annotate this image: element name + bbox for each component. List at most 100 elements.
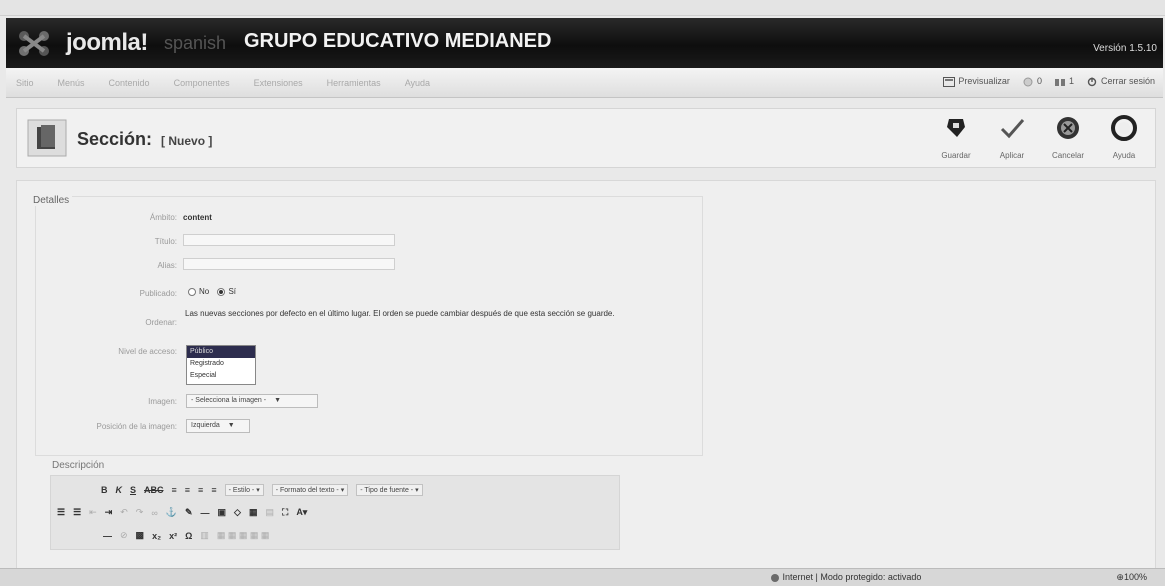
site-name: GRUPO EDUCATIVO MEDIANED xyxy=(244,30,552,52)
anchor-icon[interactable]: ⚓ xyxy=(166,507,177,518)
access-option-registered[interactable]: Registrado xyxy=(187,358,255,370)
messages-count[interactable]: 0 xyxy=(1022,76,1042,87)
section-icon xyxy=(27,119,67,157)
page-title-text: Sección: xyxy=(77,129,153,149)
undo-icon[interactable]: ↶ xyxy=(120,507,128,518)
menu-item-herramientas[interactable]: Herramientas xyxy=(327,78,381,88)
apply-button[interactable]: Aplicar xyxy=(987,115,1037,163)
table-icon[interactable]: ▦ xyxy=(249,507,258,518)
image-icon[interactable]: ▣ xyxy=(218,507,227,518)
format-dropdown-value: - Formato del texto - xyxy=(275,487,339,494)
admin-header: joomla! spanish GRUPO EDUCATIVO MEDIANED… xyxy=(6,18,1163,68)
logout-link[interactable]: Cerrar sesión xyxy=(1086,76,1155,87)
row-icons[interactable]: ▦ ▦ ▦ ▦ ▦ xyxy=(217,530,270,541)
editor-toolbar-row-3: — ⊘ ▩ x₂ x² Ω ▥ ▦ ▦ ▦ ▦ ▦ xyxy=(103,530,269,541)
cleanup-icon[interactable]: ✎ xyxy=(185,507,193,518)
special-char-icon[interactable]: Ω xyxy=(185,531,192,541)
preview-link[interactable]: Previsualizar xyxy=(943,76,1010,87)
horizontal-rule-icon[interactable]: — xyxy=(103,531,112,541)
style-dropdown[interactable]: - Estilo - ▾ xyxy=(224,484,264,496)
html-icon[interactable]: ◇ xyxy=(234,507,241,518)
browser-statusbar: Internet | Modo protegido: activado ⊕100… xyxy=(0,568,1165,586)
indent-icon[interactable]: ⇥ xyxy=(105,507,113,518)
image-position-select[interactable]: Izquierda ▼ xyxy=(186,419,250,433)
published-options: No Sí xyxy=(188,287,236,296)
hr-icon[interactable]: ― xyxy=(201,508,210,518)
published-no-radio[interactable] xyxy=(188,287,196,296)
cancel-label: Cancelar xyxy=(1051,151,1084,160)
menu-item-ayuda[interactable]: Ayuda xyxy=(405,78,430,88)
font-dropdown[interactable]: - Tipo de fuente - ▾ xyxy=(356,484,423,496)
outdent-icon[interactable]: ⇤ xyxy=(89,507,97,518)
align-right-icon[interactable]: ≡ xyxy=(198,485,203,495)
users-online-value: 1 xyxy=(1068,76,1074,86)
table-props-icon[interactable]: ▥ xyxy=(200,530,209,541)
page-subtitle: [ Nuevo ] xyxy=(161,134,213,148)
fullscreen-icon[interactable]: ⛶ xyxy=(282,507,288,518)
title-input[interactable] xyxy=(183,234,395,246)
users-online[interactable]: 1 xyxy=(1054,76,1074,87)
menu-item-componentes[interactable]: Componentes xyxy=(174,78,230,88)
format-dropdown[interactable]: - Formato del texto - ▾ xyxy=(271,484,349,496)
bold-icon[interactable]: B xyxy=(101,485,108,495)
scope-label: Ámbito: xyxy=(149,213,177,222)
image-select[interactable]: - Selecciona la imagen - ▼ xyxy=(186,394,318,408)
image-position-label: Posición de la imagen: xyxy=(96,422,178,431)
menu-item-contenido[interactable]: Contenido xyxy=(109,78,150,88)
access-level-listbox[interactable]: Público Registrado Especial xyxy=(186,345,256,385)
menu-item-sitio[interactable]: Sitio xyxy=(16,78,34,88)
security-zone[interactable]: Internet | Modo protegido: activado xyxy=(770,572,921,583)
joomla-logo-icon xyxy=(19,31,49,56)
font-dropdown-value: - Tipo de fuente - xyxy=(360,487,414,494)
description-editor: B K S ABC ≡ ≡ ≡ ≡ - Estilo - ▾ - Formato… xyxy=(50,475,620,550)
scope-value: content xyxy=(183,213,212,222)
version-label: Versión 1.5.10 xyxy=(1093,43,1157,54)
align-left-icon[interactable]: ≡ xyxy=(172,485,177,495)
alias-label: Alias: xyxy=(157,261,177,270)
save-button[interactable]: Guardar xyxy=(931,115,981,163)
preview-icon xyxy=(943,76,956,87)
access-level-label: Nivel de acceso: xyxy=(118,347,177,356)
editor-toolbar-row-2: ☰ ☰ ⇤ ⇥ ↶ ↷ ∞ ⚓ ✎ ― ▣ ◇ ▦ ▤ ⛶ A▾ xyxy=(57,507,307,518)
zoom-icon: ⊕ xyxy=(1116,572,1124,582)
menu-item-extensiones[interactable]: Extensiones xyxy=(254,78,303,88)
paste-icon[interactable]: ▤ xyxy=(265,507,274,518)
globe-icon xyxy=(771,573,779,582)
image-label: Imagen: xyxy=(148,397,177,406)
strikethrough-icon[interactable]: ABC xyxy=(144,485,164,495)
order-label: Ordenar: xyxy=(145,318,177,327)
published-yes-radio[interactable] xyxy=(217,287,226,296)
alias-input[interactable] xyxy=(183,258,395,270)
remove-format-icon[interactable]: ⊘ xyxy=(120,530,128,541)
italic-icon[interactable]: K xyxy=(116,485,123,495)
zoom-value: 100% xyxy=(1123,572,1147,582)
logout-label: Cerrar sesión xyxy=(1100,76,1155,86)
visual-aid-icon[interactable]: ▩ xyxy=(136,530,145,541)
superscript-icon[interactable]: x² xyxy=(169,531,177,541)
main-menubar: Sitio Menús Contenido Componentes Extens… xyxy=(6,68,1163,98)
access-option-public[interactable]: Público xyxy=(187,346,255,358)
align-center-icon[interactable]: ≡ xyxy=(185,485,190,495)
browser-top-strip xyxy=(0,0,1165,16)
menu-item-menus[interactable]: Menús xyxy=(58,78,85,88)
link-icon[interactable]: ∞ xyxy=(151,508,157,518)
bullet-list-icon[interactable]: ☰ xyxy=(57,507,65,518)
redo-icon[interactable]: ↷ xyxy=(136,507,144,518)
cancel-button[interactable]: Cancelar xyxy=(1043,115,1093,163)
align-justify-icon[interactable]: ≡ xyxy=(211,485,216,495)
cancel-icon xyxy=(1057,117,1079,139)
underline-icon[interactable]: S xyxy=(130,485,136,495)
logout-icon xyxy=(1087,77,1097,86)
font-color-icon[interactable]: A▾ xyxy=(296,507,307,518)
published-label: Publicado: xyxy=(139,289,177,298)
security-zone-text: Internet | Modo protegido: activado xyxy=(782,572,922,582)
zoom-level[interactable]: ⊕100% xyxy=(1116,572,1147,583)
numbered-list-icon[interactable]: ☰ xyxy=(73,507,81,518)
title-label: Título: xyxy=(154,237,177,246)
help-icon xyxy=(1111,115,1137,141)
help-button[interactable]: Ayuda xyxy=(1099,115,1149,163)
subscript-icon[interactable]: x₂ xyxy=(152,531,161,541)
access-option-special[interactable]: Especial xyxy=(187,370,255,382)
apply-label: Aplicar xyxy=(999,151,1025,160)
image-select-value: - Selecciona la imagen - xyxy=(191,397,267,404)
